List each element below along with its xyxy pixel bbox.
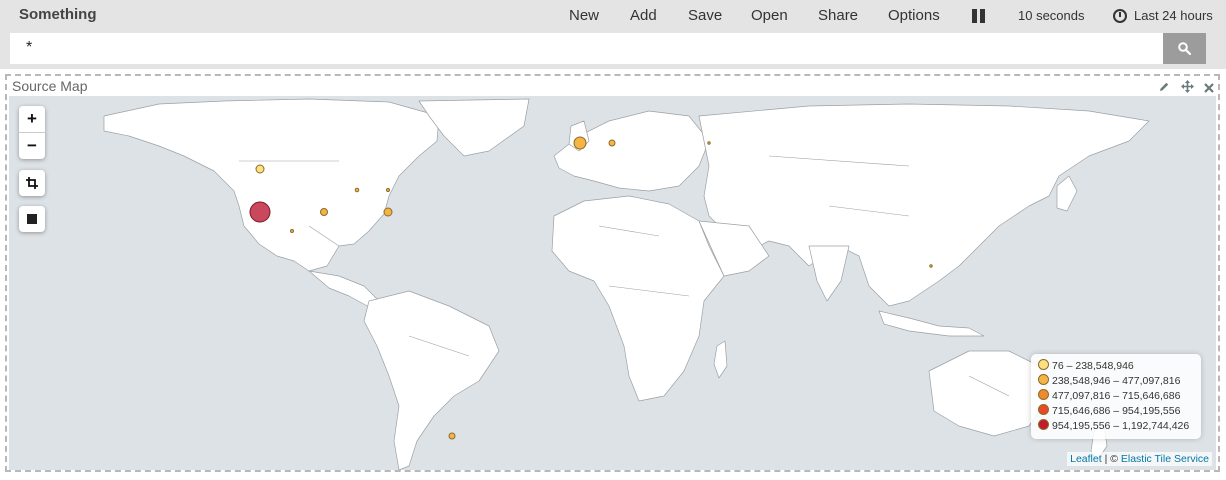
legend-item: 715,646,686 – 954,195,556 — [1038, 404, 1194, 419]
crop-button[interactable] — [19, 170, 45, 196]
open-button[interactable]: Open — [751, 7, 788, 24]
map-marker[interactable] — [707, 141, 711, 145]
legend-item: 477,097,816 – 715,646,686 — [1038, 389, 1194, 404]
map-marker[interactable] — [929, 264, 933, 268]
crop-control — [19, 170, 45, 196]
legend-swatch — [1038, 404, 1049, 415]
map-marker[interactable] — [354, 187, 360, 193]
zoom-in-button[interactable]: + — [19, 106, 45, 132]
map-marker[interactable] — [249, 201, 271, 223]
map-attribution: Leaflet | © Elastic Tile Service — [1067, 452, 1212, 466]
refresh-interval[interactable]: 10 seconds — [1018, 8, 1085, 23]
timepicker-button[interactable]: Last 24 hours — [1134, 8, 1213, 23]
save-button[interactable]: Save — [688, 7, 722, 24]
map-marker[interactable] — [255, 164, 265, 174]
legend-swatch — [1038, 374, 1049, 385]
legend-item: 76 – 238,548,946 — [1038, 359, 1194, 374]
map-marker[interactable] — [386, 188, 390, 192]
legend-swatch — [1038, 389, 1049, 400]
leaflet-link[interactable]: Leaflet — [1070, 453, 1102, 465]
app-title: Something — [19, 6, 97, 23]
map-container[interactable]: + − 76 – 238,548,946 238,548,946 – 477,0… — [9, 96, 1216, 470]
legend-item: 954,195,556 – 1,192,744,426 — [1038, 419, 1194, 434]
pause-icon[interactable] — [972, 9, 986, 23]
panel-title: Source Map — [12, 78, 88, 94]
draw-rectangle-button[interactable] — [19, 206, 45, 232]
map-marker[interactable] — [290, 229, 294, 233]
new-button[interactable]: New — [569, 7, 599, 24]
map-marker[interactable] — [383, 207, 393, 217]
legend-item: 238,548,946 – 477,097,816 — [1038, 374, 1194, 389]
add-button[interactable]: Add — [630, 7, 657, 24]
attribution-separator: | © — [1101, 453, 1121, 465]
visualization-panel: Source Map + − 76 – 238,548,946 238,548,… — [5, 74, 1220, 472]
crop-icon — [26, 177, 38, 189]
clock-icon[interactable] — [1113, 9, 1127, 23]
options-button[interactable]: Options — [888, 7, 940, 24]
zoom-out-button[interactable]: − — [19, 132, 45, 159]
tile-service-link[interactable]: Elastic Tile Service — [1121, 453, 1209, 465]
square-icon — [27, 214, 37, 224]
search-input[interactable]: * — [10, 33, 1163, 64]
legend-swatch — [1038, 419, 1049, 430]
search-button[interactable] — [1163, 33, 1206, 64]
map-marker[interactable] — [573, 136, 587, 150]
legend-swatch — [1038, 359, 1049, 370]
panel-actions — [1152, 80, 1214, 94]
map-marker[interactable] — [448, 432, 456, 440]
query-bar: * — [0, 30, 1226, 69]
search-icon — [1178, 42, 1191, 55]
map-marker[interactable] — [608, 139, 616, 147]
draw-control — [19, 206, 45, 232]
top-nav: Something New Add Save Open Share Option… — [0, 0, 1226, 30]
map-marker[interactable] — [320, 208, 328, 216]
share-button[interactable]: Share — [818, 7, 858, 24]
zoom-control: + − — [19, 106, 45, 159]
map-legend: 76 – 238,548,946 238,548,946 – 477,097,8… — [1031, 354, 1201, 439]
